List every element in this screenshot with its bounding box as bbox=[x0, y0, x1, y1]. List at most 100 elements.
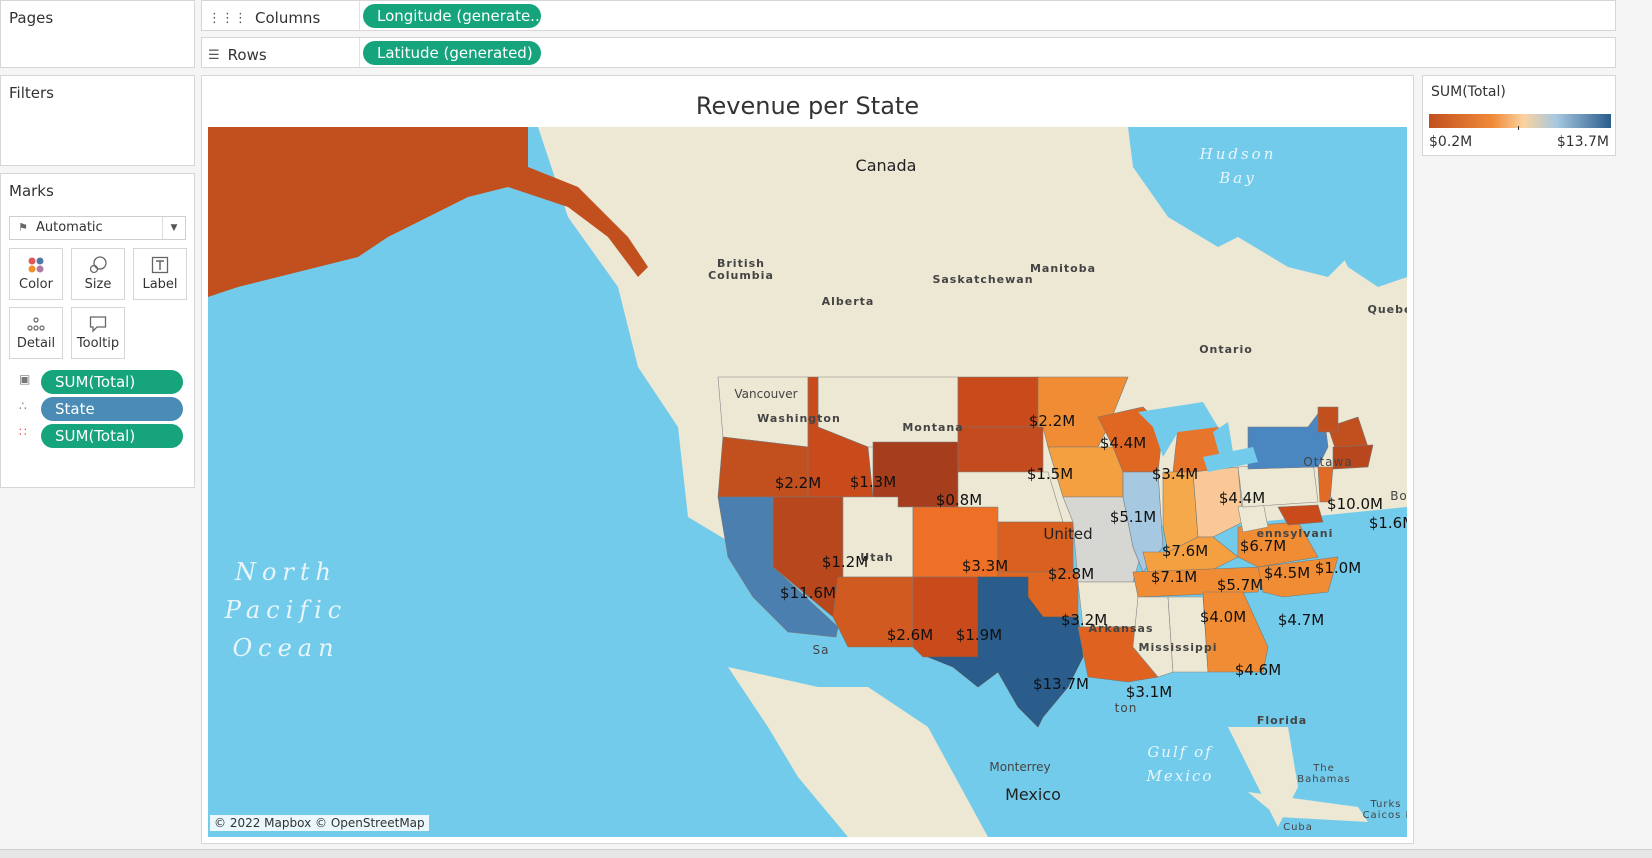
columns-label: ⋮⋮⋮ Columns bbox=[208, 9, 320, 27]
longitude-pill[interactable]: Longitude (generate.. bbox=[363, 4, 541, 28]
sheet-title: Revenue per State bbox=[695, 92, 920, 120]
tooltip-icon bbox=[89, 316, 107, 333]
label-hudson-2: Bay bbox=[1218, 169, 1256, 187]
label-hudson-1: Hudson bbox=[1199, 145, 1277, 163]
label-button[interactable]: Label bbox=[133, 248, 187, 300]
value-in: $5.7M bbox=[1217, 576, 1263, 594]
value-id: $1.3M bbox=[850, 473, 896, 491]
value-il: $7.6M bbox=[1162, 542, 1208, 560]
label-bc-2: Columbia bbox=[708, 269, 774, 282]
filters-panel[interactable]: Filters bbox=[0, 75, 195, 166]
label-canada: Canada bbox=[856, 156, 917, 175]
label-quebec: Quebe bbox=[1368, 303, 1407, 316]
value-nv: $1.2M bbox=[822, 553, 868, 571]
color-button[interactable]: Color bbox=[9, 248, 63, 300]
color-icon bbox=[28, 257, 44, 273]
label-monterrey: Monterrey bbox=[989, 760, 1050, 774]
rows-label-text: Rows bbox=[227, 46, 267, 64]
detail-field-icon: ∴ bbox=[19, 399, 27, 413]
columns-divider bbox=[359, 1, 360, 30]
value-wy: $0.8M bbox=[936, 491, 982, 509]
label-united: United bbox=[1043, 525, 1092, 543]
detail-button-label: Detail bbox=[16, 336, 56, 351]
value-ia: $5.1M bbox=[1110, 508, 1156, 526]
label-saskatchewan: Saskatchewan bbox=[932, 273, 1033, 286]
value-nd: $2.2M bbox=[1029, 412, 1075, 430]
value-ga: $4.6M bbox=[1235, 661, 1281, 679]
label-ottawa: Ottawa bbox=[1303, 455, 1352, 469]
value-or: $2.2M bbox=[775, 474, 821, 492]
label-alberta: Alberta bbox=[822, 295, 875, 308]
map-view[interactable]: Canada Hudson Bay British Columbia Alber… bbox=[208, 127, 1407, 837]
columns-icon: ⋮⋮⋮ bbox=[208, 10, 247, 26]
sum-total-color-pill[interactable]: SUM(Total) bbox=[41, 424, 183, 448]
label-turks-1: Turks bbox=[1369, 799, 1401, 810]
legend-color-ramp bbox=[1429, 114, 1611, 128]
rows-shelf[interactable]: ☰ Rows Latitude (generated) bbox=[201, 37, 1616, 68]
value-la: $3.1M bbox=[1126, 683, 1172, 701]
automatic-mark-icon: ⚑ bbox=[18, 221, 28, 234]
value-oh: $6.7M bbox=[1240, 537, 1286, 555]
size-button[interactable]: Size bbox=[71, 248, 125, 300]
value-mi: $4.4M bbox=[1219, 489, 1265, 507]
label-turks-2: Caicos I bbox=[1363, 810, 1407, 821]
mark-type-value: Automatic bbox=[36, 220, 103, 235]
value-az: $2.6M bbox=[887, 626, 933, 644]
label-bahamas-1: The bbox=[1312, 763, 1335, 774]
size-icon bbox=[89, 256, 107, 274]
label-mississippi: Mississippi bbox=[1139, 641, 1218, 654]
value-ky: $4.0M bbox=[1200, 608, 1246, 626]
value-ca: $11.6M bbox=[780, 584, 836, 602]
pages-title: Pages bbox=[9, 9, 54, 27]
size-button-label: Size bbox=[84, 277, 112, 292]
marks-panel: Marks ⚑ Automatic ▼ Color Size Label Det… bbox=[0, 173, 195, 488]
map-attribution[interactable]: © 2022 Mapbox © OpenStreetMap bbox=[210, 815, 429, 831]
label-bahamas-2: Bahamas bbox=[1297, 774, 1351, 785]
label-field-icon: ▣ bbox=[19, 372, 31, 386]
value-va: $4.5M bbox=[1264, 564, 1310, 582]
value-tx: $13.7M bbox=[1033, 675, 1089, 693]
filters-title: Filters bbox=[9, 84, 54, 102]
value-nm: $1.9M bbox=[956, 626, 1002, 644]
detail-button[interactable]: Detail bbox=[9, 307, 63, 359]
label-gulf-2: Mexico bbox=[1146, 767, 1214, 785]
map-svg[interactable]: Canada Hudson Bay British Columbia Alber… bbox=[208, 127, 1407, 837]
columns-label-text: Columns bbox=[255, 9, 321, 27]
label-manitoba: Manitoba bbox=[1030, 262, 1096, 275]
value-sd: $1.5M bbox=[1027, 465, 1073, 483]
columns-shelf[interactable]: ⋮⋮⋮ Columns Longitude (generate.. bbox=[201, 0, 1616, 31]
color-button-label: Color bbox=[19, 277, 53, 292]
state-detail-pill[interactable]: State bbox=[41, 397, 183, 421]
color-legend[interactable]: SUM(Total) $0.2M $13.7M bbox=[1422, 75, 1616, 156]
label-ontario: Ontario bbox=[1199, 343, 1253, 356]
detail-icon bbox=[27, 317, 45, 331]
label-icon bbox=[151, 256, 169, 274]
latitude-pill[interactable]: Latitude (generated) bbox=[363, 41, 541, 65]
legend-max: $13.7M bbox=[1556, 134, 1609, 150]
label-san: Sa bbox=[813, 643, 830, 657]
label-gulf-1: Gulf of bbox=[1147, 743, 1213, 761]
value-ok: $3.2M bbox=[1061, 611, 1107, 629]
legend-title: SUM(Total) bbox=[1431, 84, 1506, 100]
value-pa: $1.0M bbox=[1315, 559, 1361, 577]
color-field-icon: ∷ bbox=[19, 425, 27, 439]
tooltip-button-label: Tooltip bbox=[76, 336, 120, 351]
sum-total-label-pill[interactable]: SUM(Total) bbox=[41, 370, 183, 394]
label-north-pacific-3: Ocean bbox=[232, 634, 339, 662]
state-vt-nh[interactable] bbox=[1317, 406, 1339, 433]
mark-type-dropdown[interactable]: ⚑ Automatic ▼ bbox=[9, 216, 186, 240]
value-co: $3.3M bbox=[962, 557, 1008, 575]
chevron-down-icon[interactable]: ▼ bbox=[162, 217, 185, 239]
rows-label: ☰ Rows bbox=[208, 46, 267, 64]
legend-marker bbox=[1518, 126, 1519, 130]
value-ny: $10.0M bbox=[1327, 495, 1383, 513]
label-vancouver: Vancouver bbox=[734, 387, 797, 401]
pages-panel: Pages bbox=[0, 0, 195, 68]
state-nd[interactable] bbox=[957, 376, 1039, 428]
legend-min: $0.2M bbox=[1429, 134, 1473, 150]
marks-title: Marks bbox=[9, 182, 54, 200]
label-north-pacific-2: Pacific bbox=[224, 596, 348, 624]
tooltip-button[interactable]: Tooltip bbox=[71, 307, 125, 359]
value-mn: $4.4M bbox=[1100, 434, 1146, 452]
label-mexico: Mexico bbox=[1005, 785, 1061, 804]
